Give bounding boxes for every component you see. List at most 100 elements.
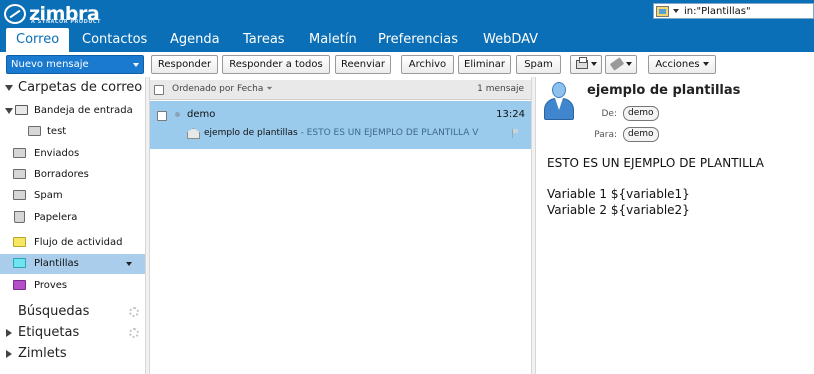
logo-subtitle: A SYNACOR PRODUCT (31, 19, 101, 25)
mail-folders-title: Carpetas de correo (18, 80, 143, 95)
sort-arrow-icon: ⏷ (266, 84, 273, 93)
sidebar-item-spam[interactable]: Spam (0, 186, 145, 206)
message-sender: demo (187, 109, 216, 120)
sidebar-tags[interactable]: Etiquetas (0, 323, 145, 343)
new-message-label: Nuevo mensaje (11, 59, 89, 70)
folder-yellow-icon (13, 237, 26, 247)
tab-maletin[interactable]: Maletín (309, 28, 357, 52)
sidebar-item-plantillas[interactable]: Plantillas (0, 254, 145, 274)
select-all-checkbox[interactable] (154, 85, 164, 95)
tab-tareas[interactable]: Tareas (243, 28, 285, 52)
forward-button[interactable]: Reenviar (335, 55, 391, 74)
chevron-down-icon (590, 62, 597, 66)
sent-icon (13, 148, 26, 158)
tab-agenda[interactable]: Agenda (170, 28, 220, 52)
zimlets-label: Zimlets (18, 346, 67, 361)
printer-icon (575, 56, 588, 69)
sidebar-item-drafts[interactable]: Borradores (0, 165, 145, 185)
sidebar: Carpetas de correo Bandeja de entrada te… (0, 77, 145, 374)
sidebar-item-inbox[interactable]: Bandeja de entrada (0, 101, 145, 121)
message-time: 13:24 (496, 109, 525, 120)
message-checkbox[interactable] (157, 111, 167, 121)
message-list: Ordenado por Fecha ⏷ 1 mensaje demo 13:2… (150, 77, 531, 374)
gear-icon[interactable] (129, 307, 139, 317)
folder-icon (28, 126, 41, 136)
from-address-bubble[interactable]: demo (623, 106, 659, 121)
actions-button[interactable]: Acciones (648, 55, 716, 74)
toolbar: Nuevo mensaje Responder Responder a todo… (0, 52, 814, 77)
sidebar-item-label: Flujo de actividad (34, 237, 123, 248)
reading-pane-splitter[interactable] (531, 77, 536, 374)
list-header: Ordenado por Fecha ⏷ 1 mensaje (150, 80, 531, 100)
message-fragment: - ESTO ES UN EJEMPLO DE PLANTILLA V (297, 128, 479, 138)
chevron-down-icon (702, 62, 709, 66)
collapse-icon[interactable] (5, 85, 13, 91)
search-bar[interactable]: in:"Plantillas" (653, 3, 814, 19)
sort-label: Ordenado por Fecha (172, 84, 264, 94)
envelope-icon (187, 128, 200, 139)
chevron-down-icon[interactable] (133, 63, 139, 67)
reply-all-button[interactable]: Responder a todos (222, 55, 330, 74)
sidebar-item-label: Spam (34, 190, 63, 201)
mail-search-icon[interactable] (656, 5, 669, 17)
sidebar-item-sent[interactable]: Enviados (0, 144, 145, 164)
from-label: De: (601, 109, 618, 119)
subject-text: ejemplo de plantillas (204, 128, 298, 138)
chevron-down-icon[interactable] (673, 9, 679, 13)
tags-label: Etiquetas (18, 325, 80, 340)
drafts-icon (13, 169, 26, 179)
to-label: Para: (594, 130, 617, 140)
folder-purple-icon (13, 280, 26, 290)
spam-button[interactable]: Spam (516, 55, 561, 74)
sidebar-item-activity-stream[interactable]: Flujo de actividad (0, 233, 145, 253)
sidebar-item-trash[interactable]: Papelera (0, 208, 145, 228)
tag-button[interactable] (605, 55, 637, 74)
zimbra-logo[interactable]: zimbra A SYNACOR PRODUCT (4, 2, 101, 26)
sidebar-zimlets[interactable]: Zimlets (0, 344, 145, 364)
message-subject-heading: ejemplo de plantillas (587, 83, 741, 98)
body-line: Variable 2 ${variable2} (547, 203, 690, 217)
mail-folders-header[interactable]: Carpetas de correo (0, 78, 145, 98)
tag-icon (609, 57, 624, 71)
trash-icon (14, 211, 25, 223)
sort-by-date[interactable]: Ordenado por Fecha ⏷ (172, 84, 273, 94)
search-input[interactable]: in:"Plantillas" (684, 6, 751, 17)
flag-icon[interactable] (512, 129, 519, 138)
folder-cyan-icon (13, 258, 26, 268)
searches-label: Búsquedas (18, 304, 90, 319)
to-address-bubble[interactable]: demo (623, 127, 659, 142)
tab-webdav[interactable]: WebDAV (483, 28, 538, 52)
avatar (541, 80, 577, 124)
archive-button[interactable]: Archivo (401, 55, 454, 74)
body-line: Variable 1 ${variable1} (547, 187, 690, 201)
message-count: 1 mensaje (477, 84, 524, 94)
gear-icon[interactable] (129, 328, 139, 338)
collapse-icon[interactable] (5, 108, 13, 114)
tab-correo[interactable]: Correo (6, 28, 70, 52)
message-subject: ejemplo de plantillas - ESTO ES UN EJEMP… (204, 128, 510, 138)
tab-preferencias[interactable]: Preferencias (378, 28, 458, 52)
expand-icon[interactable] (6, 350, 12, 358)
new-message-button[interactable]: Nuevo mensaje (6, 55, 144, 74)
logo-icon (4, 4, 26, 24)
print-button[interactable] (570, 55, 602, 74)
tab-contactos[interactable]: Contactos (82, 28, 147, 52)
actions-label: Acciones (655, 59, 700, 70)
sidebar-item-proves[interactable]: Proves (0, 276, 145, 296)
list-item[interactable]: demo 13:24 ejemplo de plantillas - ESTO … (150, 101, 531, 149)
sidebar-item-label: Plantillas (34, 258, 79, 269)
inbox-icon (15, 105, 28, 115)
sidebar-item-test[interactable]: test (0, 122, 145, 142)
app-tabs: Correo Contactos Agenda Tareas Maletín P… (0, 28, 814, 52)
delete-button[interactable]: Eliminar (458, 55, 511, 74)
chevron-down-icon (625, 62, 632, 66)
folder-menu-chevron-icon[interactable] (126, 262, 132, 266)
expand-icon[interactable] (6, 329, 12, 337)
top-header: zimbra A SYNACOR PRODUCT in:"Plantillas" (0, 0, 814, 28)
sidebar-item-label: Bandeja de entrada (34, 105, 133, 116)
read-status-icon[interactable] (175, 112, 180, 117)
reply-button[interactable]: Responder (151, 55, 218, 74)
body-line: ESTO ES UN EJEMPLO DE PLANTILLA (547, 156, 764, 170)
sidebar-searches[interactable]: Búsquedas (0, 302, 145, 322)
avatar-head (552, 82, 566, 98)
